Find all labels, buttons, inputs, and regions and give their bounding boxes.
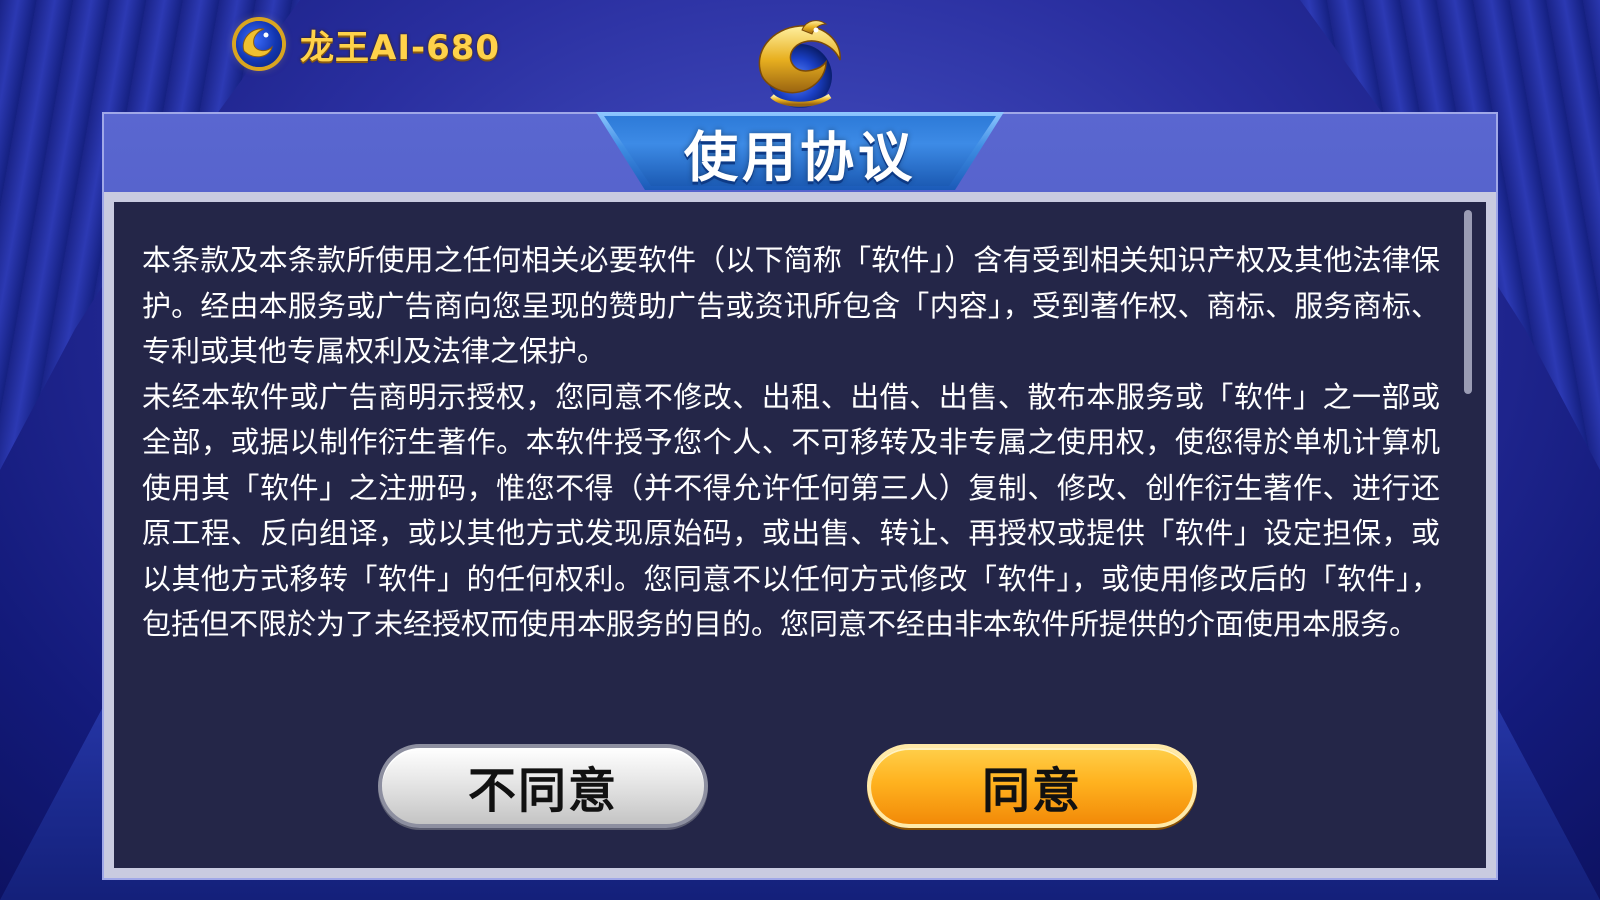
app-name: 龙王AI-680 xyxy=(300,27,501,68)
disagree-button[interactable]: 不同意 xyxy=(378,744,708,828)
agreement-content[interactable]: 本条款及本条款所使用之任何相关必要软件（以下简称「软件」）含有受到相关知识产权及… xyxy=(114,202,1486,868)
agreement-paragraph: 未经本软件或广告商明示授权，您同意不修改、出租、出借、出售、散布本服务或「软件」… xyxy=(142,379,1440,642)
dragon-ball-logo-icon xyxy=(236,21,282,67)
golden-dragon-emblem-icon xyxy=(742,16,854,112)
agreement-text: 本条款及本条款所使用之任何相关必要软件（以下简称「软件」）含有受到相关知识产权及… xyxy=(142,238,1440,648)
agreement-paragraph: 本条款及本条款所使用之任何相关必要软件（以下简称「软件」）含有受到相关知识产权及… xyxy=(142,243,1440,368)
scrollbar-thumb[interactable] xyxy=(1464,210,1472,394)
app-screen: 龙王AI-680 使用协议 本条款及本条款所使用之任何相关必要软件（以下简称「软… xyxy=(0,0,1600,900)
brand-header: 龙王AI-680 xyxy=(236,18,500,70)
content-frame: 本条款及本条款所使用之任何相关必要软件（以下简称「软件」）含有受到相关知识产权及… xyxy=(104,192,1496,878)
agree-button[interactable]: 同意 xyxy=(867,744,1197,828)
agreement-dialog: 使用协议 本条款及本条款所使用之任何相关必要软件（以下简称「软件」）含有受到相关… xyxy=(102,112,1498,880)
dialog-title: 使用协议 xyxy=(684,125,916,189)
